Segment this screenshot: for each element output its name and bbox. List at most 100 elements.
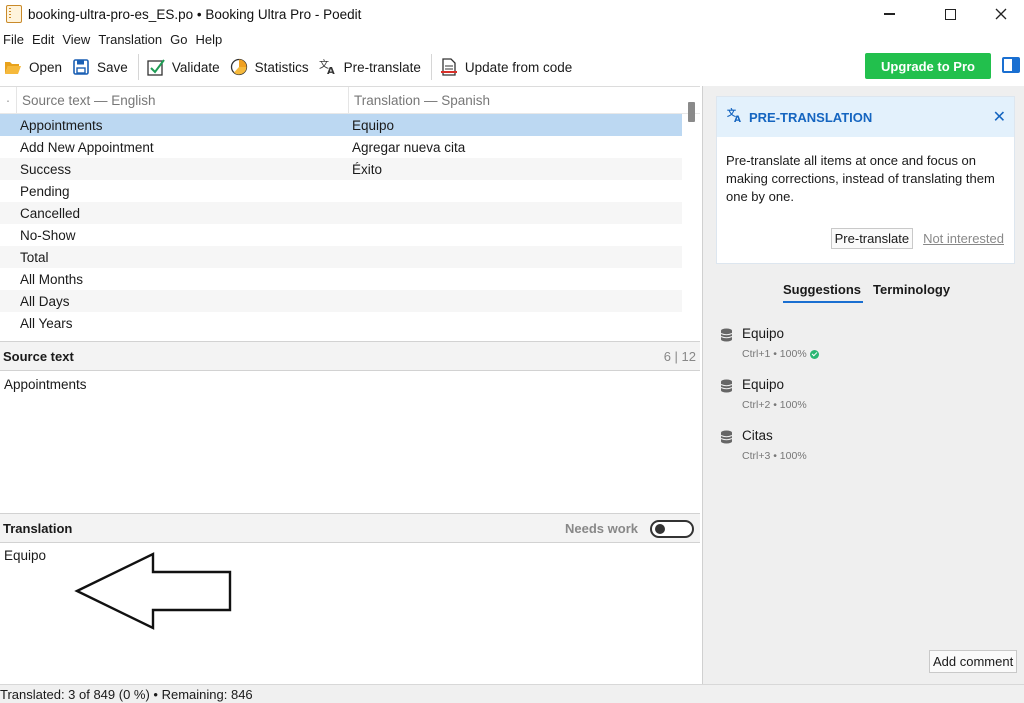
table-row[interactable]: Success Éxito: [0, 158, 682, 180]
row-source: Add New Appointment: [20, 139, 154, 155]
database-icon: [720, 430, 733, 444]
list-scrollbar-thumb[interactable]: [688, 102, 695, 122]
minimize-icon: [883, 13, 895, 15]
validate-check-icon: [147, 58, 165, 76]
sidebar-toggle-icon[interactable]: [1002, 57, 1020, 73]
row-source: No-Show: [20, 227, 76, 243]
check-circle-icon: [809, 349, 819, 359]
table-row[interactable]: All Days: [0, 290, 682, 312]
status-bar: Translated: 3 of 849 (0 %) • Remaining: …: [0, 684, 1024, 703]
suggestion-shortcut: Ctrl+1 • 100%: [742, 348, 807, 360]
source-text-header: Source text 6 | 12: [0, 341, 700, 371]
row-source: Pending: [20, 183, 70, 199]
menu-translation[interactable]: Translation: [95, 30, 165, 50]
table-row[interactable]: All Years: [0, 312, 682, 334]
statistics-button[interactable]: Statistics: [226, 54, 313, 80]
menu-help[interactable]: Help: [192, 30, 225, 50]
row-source: Total: [20, 249, 49, 265]
row-source: Success: [20, 161, 72, 177]
save-label: Save: [97, 59, 128, 75]
row-source: Appointments: [20, 117, 103, 133]
table-row[interactable]: Add New Appointment Agregar nueva cita: [0, 136, 682, 158]
sidebar: 文A PRE-TRANSLATION ✕ Pre-translate all i…: [702, 86, 1024, 684]
pie-chart-icon: [230, 58, 248, 76]
row-source: Cancelled: [20, 205, 81, 221]
statistics-label: Statistics: [254, 59, 309, 75]
list-header: · Source text — English Translation — Sp…: [0, 87, 700, 114]
close-window-button[interactable]: [978, 0, 1024, 28]
menu-file[interactable]: File: [0, 30, 27, 50]
pretranslate-button[interactable]: 文A Pre-translate: [315, 54, 425, 80]
save-button[interactable]: Save: [68, 54, 132, 80]
svg-text:A: A: [327, 66, 335, 75]
suggestion-text: Citas: [742, 428, 773, 443]
window-title: booking-ultra-pro-es_ES.po • Booking Ult…: [28, 6, 362, 22]
menu-bar: File Edit View Translation Go Help: [0, 30, 227, 50]
table-row[interactable]: Pending: [0, 180, 682, 202]
validate-button[interactable]: Validate: [143, 54, 224, 80]
row-source: All Months: [20, 271, 84, 287]
column-header-source[interactable]: Source text — English: [16, 87, 348, 113]
table-row[interactable]: No-Show: [0, 224, 682, 246]
translation-title: Translation: [3, 520, 73, 536]
save-icon: [72, 58, 90, 76]
arrow-left-icon: [74, 552, 232, 630]
table-row[interactable]: Total: [0, 246, 682, 268]
pretranslate-label: Pre-translate: [343, 59, 421, 75]
translate-icon: 文A: [319, 58, 337, 76]
pretranslation-actions: Pre-translate Not interested: [830, 228, 1004, 249]
source-text-title: Source text: [3, 348, 74, 364]
pretranslation-header: 文A PRE-TRANSLATION: [717, 97, 1014, 137]
poedit-app-icon: [6, 5, 22, 23]
database-icon: [720, 379, 733, 393]
source-text-content: Appointments: [4, 377, 87, 392]
upgrade-to-pro-button[interactable]: Upgrade to Pro: [865, 53, 991, 79]
translation-list: · Source text — English Translation — Sp…: [0, 86, 700, 340]
entry-counter: 6 | 12: [663, 348, 696, 364]
validate-label: Validate: [171, 59, 220, 75]
add-comment-button[interactable]: Add comment: [929, 650, 1018, 673]
table-row[interactable]: All Months: [0, 268, 682, 290]
pretranslate-card-button[interactable]: Pre-translate: [830, 228, 914, 249]
menu-view[interactable]: View: [59, 30, 93, 50]
table-row[interactable]: Cancelled: [0, 202, 682, 224]
table-row[interactable]: Appointments Equipo: [0, 114, 682, 136]
minimize-button[interactable]: [866, 0, 912, 28]
open-button[interactable]: Open: [0, 54, 66, 80]
needs-work-label: Needs work: [565, 520, 638, 536]
translation-input[interactable]: Equipo: [4, 548, 46, 563]
suggestion-shortcut: Ctrl+2 • 100%: [742, 399, 807, 411]
folder-icon: [4, 58, 22, 76]
column-header-translation[interactable]: Translation — Spanish: [348, 87, 700, 113]
document-update-icon: [440, 58, 458, 76]
database-icon: [720, 328, 733, 342]
list-header-marker: ·: [5, 92, 11, 108]
maximize-icon: [944, 8, 956, 20]
tab-terminology[interactable]: Terminology: [873, 282, 952, 303]
translate-icon: 文A: [726, 107, 743, 126]
open-label: Open: [29, 59, 63, 75]
needs-work-toggle[interactable]: [650, 520, 694, 538]
close-icon: [995, 8, 1007, 20]
translation-header: Translation Needs work: [0, 513, 700, 543]
row-translation: Éxito: [352, 161, 383, 177]
tab-suggestions[interactable]: Suggestions: [783, 282, 864, 303]
suggestion-text: Equipo: [742, 326, 785, 341]
suggestion-text: Equipo: [742, 377, 785, 392]
menu-go[interactable]: Go: [167, 30, 190, 50]
update-label: Update from code: [464, 59, 573, 75]
toolbar: Open Save Validate Statistics 文A Pre-tra…: [0, 52, 1024, 82]
toolbar-separator: [430, 54, 432, 80]
update-from-code-button[interactable]: Update from code: [436, 54, 576, 80]
pretranslation-card: 文A PRE-TRANSLATION ✕ Pre-translate all i…: [716, 96, 1015, 264]
toolbar-separator: [137, 54, 139, 80]
not-interested-link[interactable]: Not interested: [923, 231, 1004, 246]
pretranslation-description: Pre-translate all items at once and focu…: [726, 153, 995, 204]
maximize-button[interactable]: [927, 0, 973, 28]
row-source: All Days: [20, 293, 70, 309]
close-icon[interactable]: ✕: [993, 107, 1006, 127]
suggestion-meta: Ctrl+1 • 100%: [742, 348, 819, 360]
menu-edit[interactable]: Edit: [29, 30, 57, 50]
sidebar-tabs: Suggestions Terminology: [783, 282, 962, 303]
row-translation: Agregar nueva cita: [352, 139, 466, 155]
